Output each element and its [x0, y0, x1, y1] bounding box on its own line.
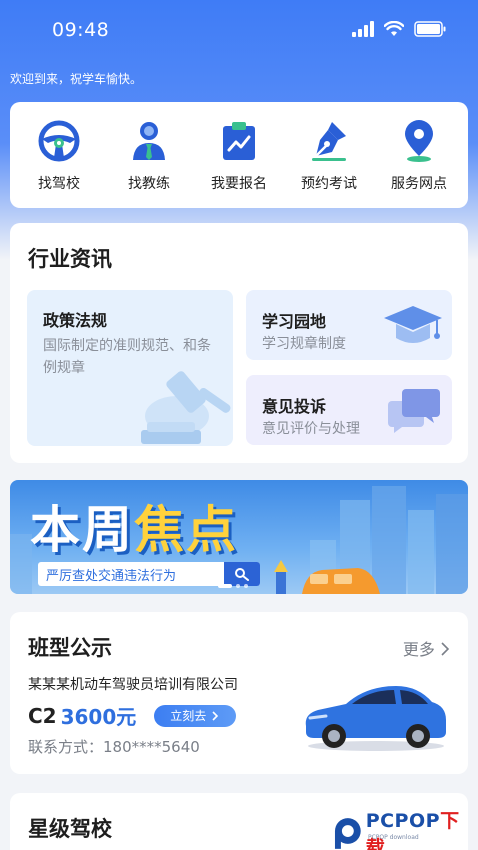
nav-service-points[interactable]: 服务网点	[375, 118, 463, 193]
news-title: 政策法规	[43, 311, 108, 330]
banner-search-bar[interactable]: 严厉查处交通违法行为	[38, 562, 260, 586]
chevron-right-icon	[212, 710, 219, 721]
watermark: PCPOP下载 PCPOP download	[332, 806, 478, 850]
nav-label: 我要报名	[211, 175, 267, 192]
company-name: 某某某机动车驾驶员培训有限公司	[28, 677, 238, 693]
more-link[interactable]: 更多	[403, 636, 450, 660]
nav-label: 找教练	[128, 175, 170, 192]
quick-nav: 找驾校 找教练 我要报名 预约考试 服务网点	[10, 102, 468, 208]
section-title: 星级驾校	[28, 817, 112, 841]
section-title: 班型公示	[28, 636, 112, 660]
search-icon	[235, 568, 249, 581]
status-time: 09:48	[52, 19, 110, 41]
nav-find-coach[interactable]: 找教练	[105, 118, 193, 193]
wifi-icon	[384, 21, 404, 36]
car-illustration	[305, 686, 446, 751]
news-policy-card[interactable]: 政策法规 国际制定的准则规范、和条例规章	[27, 290, 233, 446]
price-row: C2 3600元 立刻去	[28, 701, 237, 730]
go-now-button[interactable]: 立刻去	[154, 704, 237, 727]
weekly-focus-banner[interactable]: 本周焦点 严厉查处交通违法行为	[10, 480, 468, 594]
chat-bubbles-icon	[388, 389, 440, 433]
welcome-text: 欢迎到来，祝学车愉快。	[10, 72, 143, 86]
gavel-icon	[141, 371, 231, 444]
banner-search-text: 严厉查处交通违法行为	[46, 568, 177, 584]
license-type: C2	[28, 703, 57, 728]
carousel-dot	[244, 584, 248, 588]
nav-find-school[interactable]: 找驾校	[15, 118, 103, 193]
graduation-cap-icon	[384, 306, 442, 343]
coach-person-icon	[133, 121, 165, 160]
watermark-text: PCPOP下载	[365, 810, 460, 850]
news-title: 意见投诉	[262, 397, 327, 416]
clipboard-chart-icon	[223, 121, 255, 160]
status-icons	[352, 21, 446, 37]
pen-nib-icon	[312, 121, 346, 161]
contact-info: 联系方式：180****5640	[28, 738, 200, 756]
banner-title-part1: 本周	[30, 501, 134, 559]
watermark-subtext: PCPOP download	[368, 834, 419, 841]
banner-title-part2: 焦点	[134, 501, 238, 559]
map-pin-icon	[405, 119, 433, 162]
battery-icon	[414, 21, 446, 37]
banner-search-button[interactable]	[224, 562, 260, 586]
carousel-dot	[236, 584, 240, 588]
nav-book-exam[interactable]: 预约考试	[285, 118, 373, 193]
news-feedback-card[interactable]: 意见投诉 意见评价与处理	[246, 375, 452, 445]
banner-title: 本周焦点	[30, 490, 238, 562]
nav-register[interactable]: 我要报名	[195, 118, 283, 193]
status-bar: 09:48	[0, 0, 478, 62]
carousel-indicator	[218, 584, 248, 588]
price-value: 3600元	[60, 705, 137, 729]
industry-news-card: 行业资讯 政策法规 国际制定的准则规范、和条例规章 学习园地 学习规章制度 意见…	[10, 223, 468, 463]
section-title: 行业资讯	[28, 247, 112, 271]
news-study-card[interactable]: 学习园地 学习规章制度	[246, 290, 452, 360]
pcpop-logo-icon	[334, 818, 361, 849]
nav-label: 找驾校	[38, 175, 80, 192]
class-announcement-card: 班型公示 更多 某某某机动车驾驶员培训有限公司 C2 3600元 立刻去 联系方…	[10, 612, 468, 774]
more-label: 更多	[402, 640, 435, 659]
chevron-right-icon	[441, 642, 450, 656]
news-title: 学习园地	[262, 312, 327, 331]
steering-wheel-icon	[38, 120, 80, 161]
cellular-signal-icon	[352, 21, 374, 37]
go-now-label: 立刻去	[170, 709, 207, 723]
nav-label: 预约考试	[301, 175, 357, 192]
nav-label: 服务网点	[391, 175, 447, 192]
carousel-dot-active	[218, 584, 232, 588]
